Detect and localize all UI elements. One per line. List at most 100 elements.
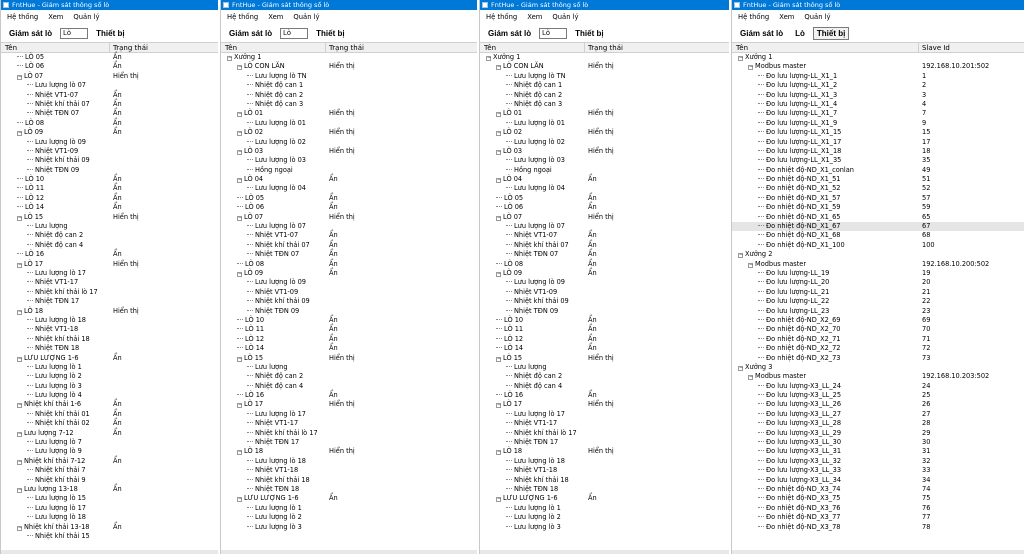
- horizontal-scrollbar[interactable]: [221, 550, 477, 554]
- collapse-toggle-icon[interactable]: −: [237, 450, 242, 456]
- tree-row[interactable]: LÒ 14 Ẩn: [1, 203, 218, 212]
- tree-row[interactable]: LÒ 11 Ẩn: [1, 184, 218, 193]
- tree-row[interactable]: Nhiệt VT1-17: [480, 419, 729, 428]
- tree-row[interactable]: Đo nhiệt độ-ND_X3_75 75: [732, 494, 1024, 503]
- tree-row[interactable]: Nhiệt độ can 4: [1, 241, 218, 250]
- tree-row[interactable]: Lưu lượng lò 17: [221, 410, 477, 419]
- toolbar-button[interactable]: Giám sát lò: [5, 27, 56, 40]
- collapse-toggle-icon[interactable]: −: [738, 253, 743, 259]
- collapse-toggle-icon[interactable]: −: [17, 262, 22, 268]
- tree-view[interactable]: − Xưởng 1− LÒ CON LĂN Hiển thị Lưu lượng lò …: [480, 53, 729, 532]
- toolbar-button[interactable]: Thiết bị: [812, 27, 850, 41]
- tree-row[interactable]: Đo nhiệt độ-ND_X1_52 52: [732, 184, 1024, 193]
- tree-row[interactable]: Lưu lượng lò 2: [221, 513, 477, 522]
- tree-row[interactable]: − Xưởng 1: [732, 53, 1024, 62]
- collapse-toggle-icon[interactable]: −: [496, 450, 501, 456]
- collapse-toggle-icon[interactable]: −: [17, 459, 22, 465]
- title-bar[interactable]: FntHue - Giám sát thông số lò: [480, 0, 729, 10]
- tree-row[interactable]: Nhiệt TĐN 07 Ẩn: [1, 109, 218, 118]
- menu-item[interactable]: Quản lý: [293, 13, 319, 21]
- tree-row[interactable]: − LÒ 03 Hiển thị: [480, 147, 729, 156]
- collapse-toggle-icon[interactable]: −: [237, 497, 242, 503]
- tree-row[interactable]: LÒ 12 Ẩn: [1, 194, 218, 203]
- tree-row[interactable]: Nhiệt VT1-18: [1, 325, 218, 334]
- tree-row[interactable]: − LÒ 02 Hiển thị: [480, 128, 729, 137]
- tree-row[interactable]: Lưu lượng lò 09: [1, 138, 218, 147]
- tree-row[interactable]: − LÒ 18 Hiển thị: [480, 447, 729, 456]
- tree-row[interactable]: Nhiệt TĐN 09: [480, 307, 729, 316]
- tree-row[interactable]: Lưu lượng lò 15: [1, 494, 218, 503]
- tree-row[interactable]: LÒ 08 Ẩn: [221, 260, 477, 269]
- tree-row[interactable]: Lưu lượng lò TN: [221, 72, 477, 81]
- tree-row[interactable]: Lưu lượng lò 02: [480, 138, 729, 147]
- tree-row[interactable]: Đo lưu lượng-LL_X1_4 4: [732, 100, 1024, 109]
- tree-row[interactable]: LÒ 05 Ẩn: [221, 194, 477, 203]
- tree-row[interactable]: − LÒ 04 Ẩn: [221, 175, 477, 184]
- tree-row[interactable]: Nhiệt độ can 2: [480, 91, 729, 100]
- tree-row[interactable]: Đo lưu lượng-LL_X1_7 7: [732, 109, 1024, 118]
- tree-row[interactable]: Nhiệt độ can 3: [221, 100, 477, 109]
- tree-row[interactable]: − LÒ 15 Hiển thị: [221, 354, 477, 363]
- toolbar-button[interactable]: Giám sát lò: [736, 27, 787, 40]
- collapse-toggle-icon[interactable]: −: [237, 178, 242, 184]
- tree-row[interactable]: Nhiệt VT1-07 Ẩn: [221, 231, 477, 240]
- column-separator[interactable]: [584, 43, 585, 53]
- collapse-toggle-icon[interactable]: −: [237, 403, 242, 409]
- tree-row[interactable]: − LƯU LƯỢNG 1-6 Ẩn: [221, 494, 477, 503]
- menu-item[interactable]: Xem: [779, 13, 794, 21]
- collapse-toggle-icon[interactable]: −: [17, 131, 22, 137]
- tree-row[interactable]: Đo lưu lượng-LL_X1_35 35: [732, 156, 1024, 165]
- tree-row[interactable]: Đo lưu lượng-LL_19 19: [732, 269, 1024, 278]
- tree-row[interactable]: Nhiệt độ can 4: [480, 382, 729, 391]
- tree-row[interactable]: − LÒ 02 Hiển thị: [221, 128, 477, 137]
- tree-row[interactable]: Nhiệt VT1-18: [221, 466, 477, 475]
- tree-row[interactable]: Lưu lượng lò 03: [221, 156, 477, 165]
- tree-row[interactable]: Nhiệt khí thải lò 17: [480, 429, 729, 438]
- tree-row[interactable]: Nhiệt TĐN 09: [1, 166, 218, 175]
- tree-row[interactable]: Lưu lượng lò 3: [480, 523, 729, 532]
- tree-row[interactable]: Nhiệt khí thải 15: [1, 532, 218, 541]
- tree-row[interactable]: Nhiệt độ can 2: [221, 372, 477, 381]
- collapse-toggle-icon[interactable]: −: [496, 271, 501, 277]
- tree-row[interactable]: Đo lưu lượng-X3_LL_27 27: [732, 410, 1024, 419]
- tree-row[interactable]: Lưu lượng lò 9: [1, 447, 218, 456]
- tree-row[interactable]: Đo nhiệt độ-ND_X3_76 76: [732, 504, 1024, 513]
- tree-row[interactable]: Nhiệt TĐN 17: [221, 438, 477, 447]
- tree-row[interactable]: Lưu lượng lò 17: [480, 410, 729, 419]
- tree-row[interactable]: Lưu lượng lò 18: [221, 457, 477, 466]
- tree-row[interactable]: − Xưởng 3: [732, 363, 1024, 372]
- collapse-toggle-icon[interactable]: −: [738, 365, 743, 371]
- collapse-toggle-icon[interactable]: −: [496, 497, 501, 503]
- tree-row[interactable]: Nhiệt VT1-09: [480, 288, 729, 297]
- tree-row[interactable]: LÒ 05 Ẩn: [480, 194, 729, 203]
- collapse-toggle-icon[interactable]: −: [237, 112, 242, 118]
- tree-row[interactable]: Đo nhiệt độ-ND_X1_67 67: [732, 222, 1024, 232]
- tree-row[interactable]: Nhiệt khí thải 7: [1, 466, 218, 475]
- tree-row[interactable]: Nhiệt khí thải 18: [480, 476, 729, 485]
- collapse-toggle-icon[interactable]: −: [237, 215, 242, 221]
- tree-row[interactable]: Nhiệt khí thải 07 Ẩn: [221, 241, 477, 250]
- tree-row[interactable]: − Lưu lượng 7-12 Ẩn: [1, 429, 218, 438]
- tree-row[interactable]: Đo nhiệt độ-ND_X3_78 78: [732, 523, 1024, 532]
- tree-row[interactable]: Lưu lượng lò 02: [221, 138, 477, 147]
- tree-row[interactable]: Đo nhiệt độ-ND_X1_59 59: [732, 203, 1024, 212]
- tree-row[interactable]: Đo nhiệt độ-ND_X2_69 69: [732, 316, 1024, 325]
- tree-row[interactable]: Nhiệt khí thải 07 Ẩn: [1, 100, 218, 109]
- tree-row[interactable]: Đo lưu lượng-LL_21 21: [732, 288, 1024, 297]
- tree-row[interactable]: − LÒ 04 Ẩn: [480, 175, 729, 184]
- tree-row[interactable]: Đo lưu lượng-X3_LL_29 29: [732, 429, 1024, 438]
- tree-row[interactable]: − LƯU LƯỢNG 1-6 Ẩn: [480, 494, 729, 503]
- collapse-toggle-icon[interactable]: −: [237, 271, 242, 277]
- menu-item[interactable]: Hệ thống: [227, 13, 258, 21]
- tree-row[interactable]: Đo nhiệt độ-ND_X3_74 74: [732, 485, 1024, 494]
- tree-row[interactable]: LÒ 11 Ẩn: [480, 325, 729, 334]
- tree-row[interactable]: − Modbus master 192.168.10.200:502: [732, 260, 1024, 269]
- collapse-toggle-icon[interactable]: −: [486, 56, 491, 61]
- tree-row[interactable]: − LÒ 17 Hiển thị: [480, 400, 729, 409]
- tree-row[interactable]: − LÒ 01 Hiển thị: [221, 109, 477, 118]
- tree-row[interactable]: Đo lưu lượng-LL_X1_3 3: [732, 91, 1024, 100]
- collapse-toggle-icon[interactable]: −: [748, 65, 753, 71]
- column-separator[interactable]: [325, 43, 326, 53]
- tree-row[interactable]: Lưu lượng lò 07: [1, 81, 218, 90]
- tree-row[interactable]: LÒ 11 Ẩn: [221, 325, 477, 334]
